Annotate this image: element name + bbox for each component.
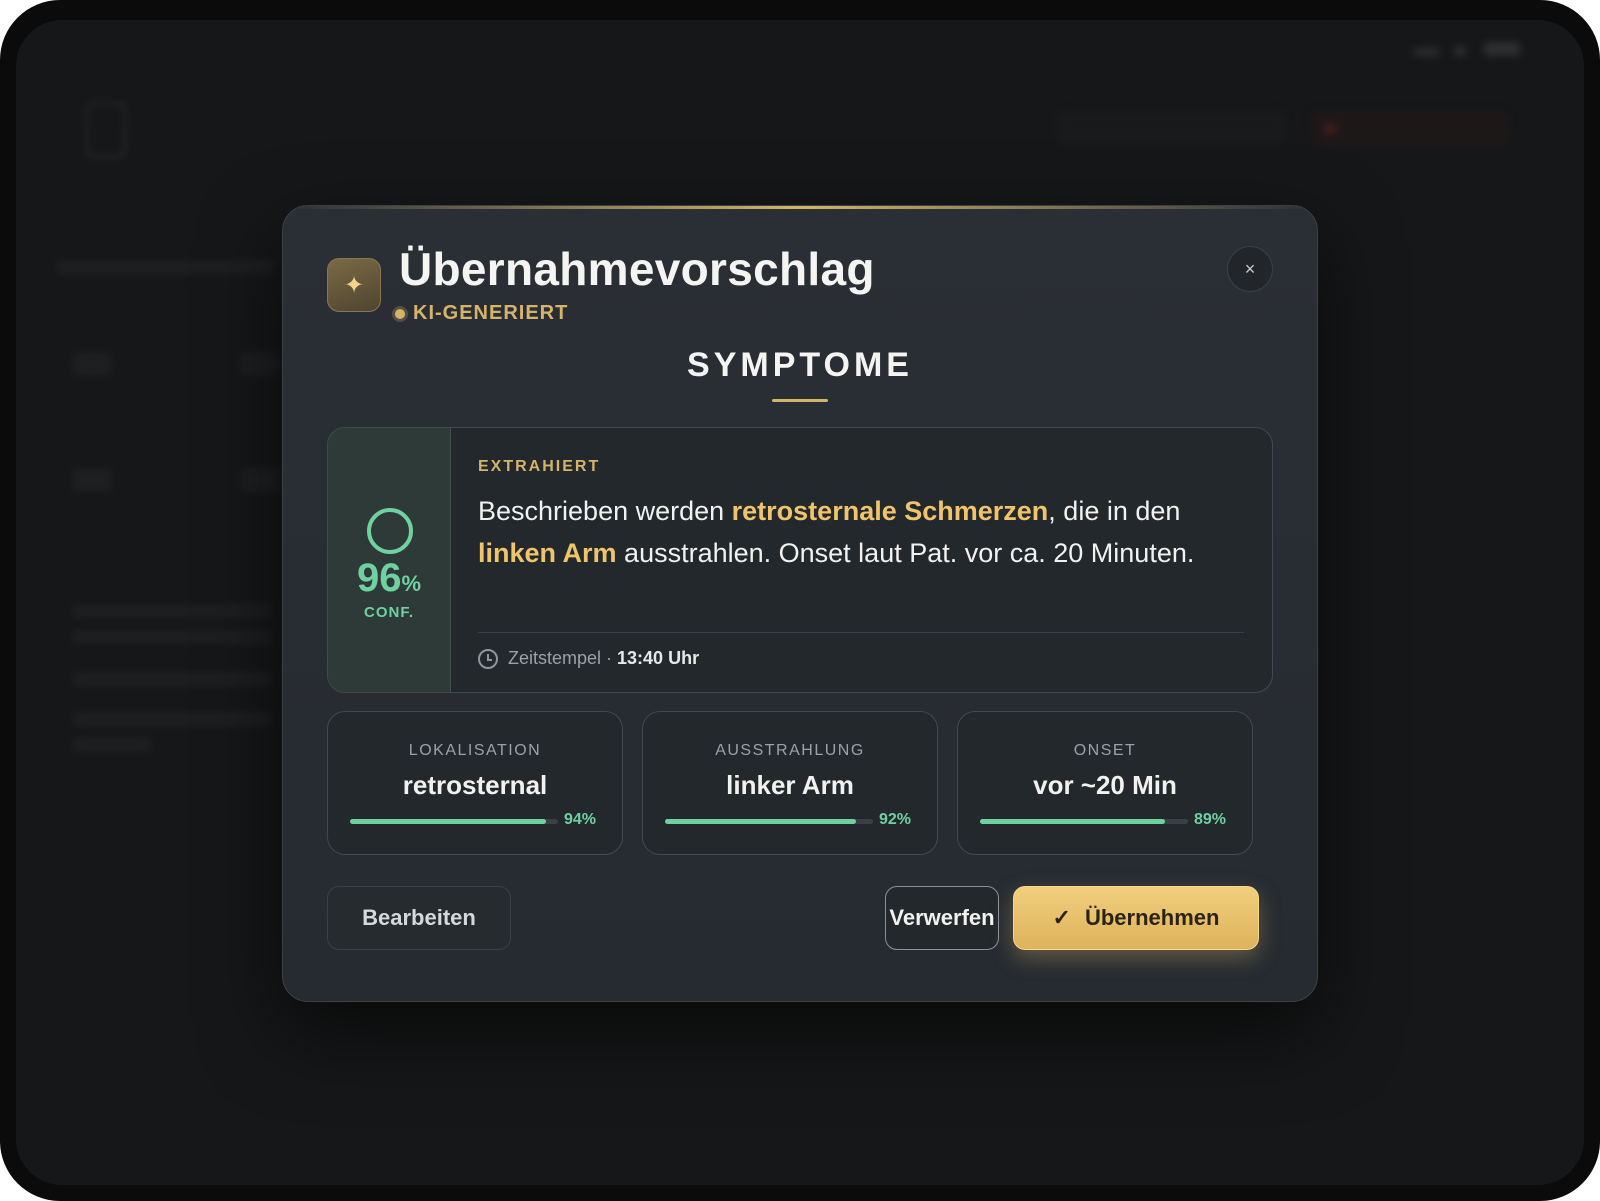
metric-card-localisation[interactable]: LOKALISATION retrosternal 94%	[327, 711, 623, 855]
confidence-bar-fill	[980, 819, 1166, 824]
extraction-body: EXTRAHIERT Beschrieben werden retrostern…	[478, 428, 1244, 692]
confidence-label: CONF.	[364, 604, 414, 621]
highlight-radiation: linken Arm	[478, 538, 617, 568]
status-dot-icon	[395, 308, 405, 319]
section-title: SYMPTOME	[687, 346, 913, 384]
metric-label: ONSET	[1073, 742, 1137, 759]
clock-icon	[478, 648, 498, 669]
confidence-bar	[350, 819, 558, 824]
metric-card-radiation[interactable]: AUSSTRAHLUNG linker Arm 92%	[642, 711, 938, 855]
confidence-bar	[665, 819, 873, 824]
sparkle-icon: ✦	[327, 258, 381, 312]
confidence-bar	[980, 819, 1188, 824]
extraction-card: 96% CONF. EXTRAHIERT Beschrieben werden …	[327, 427, 1273, 693]
confidence-bar-fill	[350, 819, 546, 824]
discard-button[interactable]: Verwerfen	[885, 886, 999, 950]
metric-label: LOKALISATION	[408, 742, 542, 759]
ai-generated-label: KI-GENERIERT	[413, 302, 569, 324]
confidence-panel: 96% CONF.	[328, 428, 451, 692]
metric-label: AUSSTRAHLUNG	[715, 742, 865, 759]
timestamp-value: 13:40 Uhr	[617, 648, 700, 668]
timestamp-label: Zeitstempel ·	[508, 648, 618, 668]
section-underline	[772, 399, 828, 402]
dialog-title: Übernahmevorschlag	[399, 243, 875, 295]
suggestion-dialog: ✦ Übernahmevorschlag KI-GENERIERT × SYMP…	[282, 205, 1318, 1002]
metric-value: linker Arm	[726, 770, 854, 800]
dialog-accent-line	[283, 206, 1317, 209]
confidence-value: 96%	[356, 556, 422, 600]
check-icon: ✓	[1052, 905, 1071, 930]
edit-button[interactable]: Bearbeiten	[327, 886, 511, 950]
metric-value: vor ~20 Min	[1033, 770, 1177, 800]
tablet-frame: ✦ Übernahmevorschlag KI-GENERIERT × SYMP…	[0, 0, 1600, 1201]
accept-label: Übernehmen	[1084, 905, 1220, 930]
confidence-bar-fill	[665, 819, 857, 824]
card-divider	[478, 632, 1244, 633]
accept-button[interactable]: ✓ Übernehmen	[1013, 886, 1259, 950]
extracted-eyebrow: EXTRAHIERT	[478, 458, 601, 475]
close-icon: ×	[1244, 258, 1256, 279]
close-button[interactable]: ×	[1227, 246, 1273, 292]
metric-percent: 92%	[879, 811, 912, 828]
ai-generated-tag: KI-GENERIERT	[395, 302, 568, 325]
metric-value: retrosternal	[402, 770, 548, 800]
metric-percent: 89%	[1194, 811, 1227, 828]
confidence-ring-icon	[367, 508, 413, 554]
extracted-text: Beschrieben werden retrosternale Schmerz…	[478, 496, 1195, 568]
timestamp: Zeitstempel · 13:40 Uhr	[478, 648, 699, 669]
metric-percent: 94%	[564, 811, 597, 828]
metric-card-onset[interactable]: ONSET vor ~20 Min 89%	[957, 711, 1253, 855]
highlight-symptom: retrosternale Schmerzen	[731, 496, 1049, 526]
